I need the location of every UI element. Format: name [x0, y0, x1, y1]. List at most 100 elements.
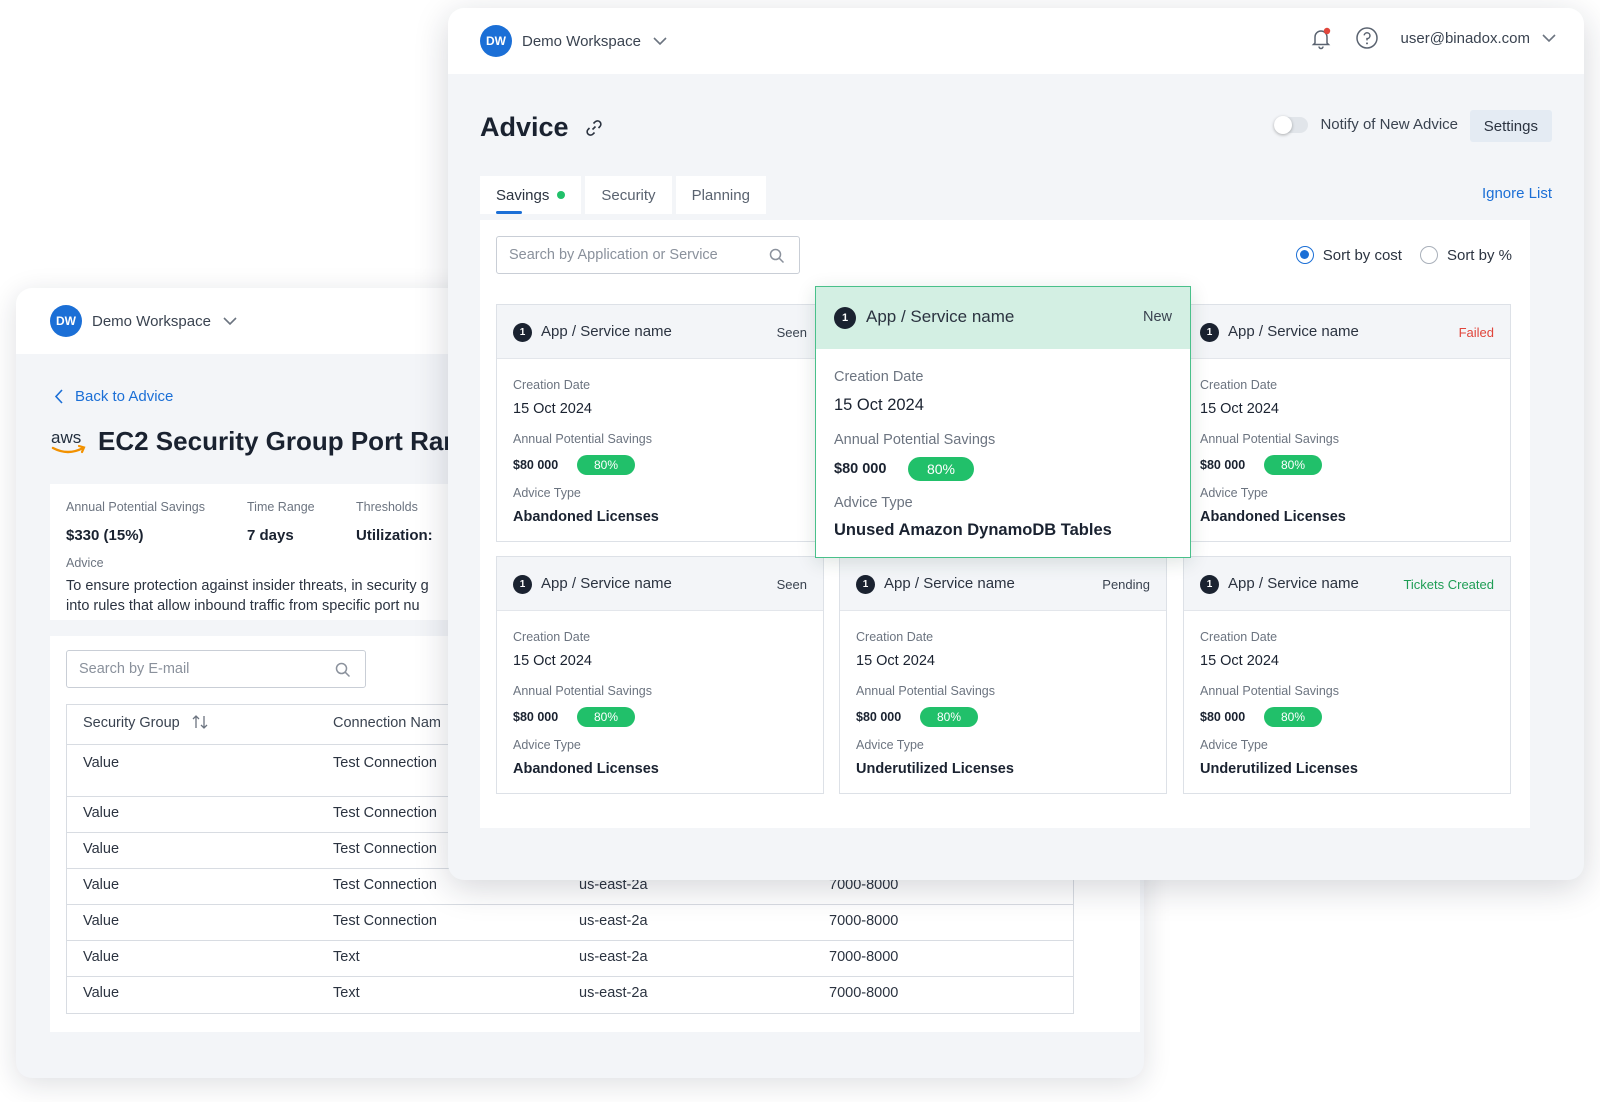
status-dot: [557, 191, 566, 199]
card-header: 1 App / Service name Seen: [497, 557, 823, 611]
cell-connection: Test Connection: [333, 755, 437, 771]
savings-label: Annual Potential Savings: [856, 684, 995, 698]
creation-date: 15 Oct 2024: [856, 653, 935, 669]
notify-toggle-row: Notify of New Advice: [1274, 115, 1458, 134]
table-row[interactable]: Value Text us-east-2a 7000-8000: [67, 941, 1073, 977]
advice-window: DW Demo Workspace user@binadox.com Advic…: [448, 8, 1584, 880]
savings-label: Annual Potential Savings: [1200, 432, 1339, 446]
search-placeholder: Search by Application or Service: [509, 247, 718, 263]
workspace-avatar[interactable]: DW: [480, 25, 512, 57]
header-security-group[interactable]: Security Group: [83, 715, 208, 731]
advice-type: Abandoned Licenses: [1200, 509, 1346, 525]
chevron-left-icon: [54, 389, 63, 404]
cell-security-group: Value: [83, 877, 120, 893]
advice-type-label: Advice Type: [1200, 486, 1268, 500]
radio-unselected[interactable]: [1419, 246, 1438, 264]
help-icon[interactable]: [1355, 26, 1379, 50]
search-icon[interactable]: [335, 662, 351, 678]
notify-toggle[interactable]: [1274, 115, 1309, 134]
tab-planning[interactable]: Planning: [675, 176, 766, 214]
creation-date: 15 Oct 2024: [513, 653, 592, 669]
detail-title: aws EC2 Security Group Port Range: [50, 426, 490, 457]
search-icon[interactable]: [769, 248, 785, 264]
chevron-down-icon[interactable]: [223, 316, 237, 326]
savings-label: Annual Potential Savings: [1200, 684, 1339, 698]
service-name: App / Service name: [541, 575, 672, 592]
notify-label: Notify of New Advice: [1320, 116, 1458, 133]
sort-options: Sort by cost Sort by %: [1278, 246, 1512, 264]
sort-by-cost-radio[interactable]: Sort by cost: [1295, 246, 1402, 264]
ignore-list-link[interactable]: Ignore List: [1482, 185, 1552, 202]
savings-percent-badge: 80%: [577, 455, 635, 475]
advice-card[interactable]: 1 App / Service name Tickets Created Cre…: [1183, 556, 1511, 794]
advice-card[interactable]: 1 App / Service name Seen Creation Date …: [496, 556, 824, 794]
advice-type: Underutilized Licenses: [1200, 761, 1358, 777]
time-range-label: Time Range: [247, 500, 315, 514]
savings-label: Annual Potential Savings: [66, 500, 205, 514]
cell-security-group: Value: [83, 913, 120, 929]
table-row[interactable]: Value Test Connection us-east-2a 7000-80…: [67, 905, 1073, 941]
cell-port-range: 7000-8000: [829, 913, 899, 929]
cell-connection: Test Connection: [333, 877, 437, 893]
chevron-down-icon[interactable]: [653, 36, 667, 46]
creation-date-label: Creation Date: [1200, 630, 1278, 644]
status-badge: Tickets Created: [1403, 577, 1494, 592]
savings-amount: $80 000: [1200, 710, 1246, 724]
advice-card[interactable]: 1 App / Service name Pending Creation Da…: [839, 556, 1167, 794]
card-number: 1: [834, 307, 856, 329]
page-title: Advice: [480, 112, 569, 142]
card-header: 1 App / Service name Pending: [840, 557, 1166, 611]
card-header: 1 App / Service name Failed: [1184, 305, 1510, 359]
advice-header: DW Demo Workspace user@binadox.com: [448, 8, 1584, 74]
advice-card[interactable]: 1 App / Service name Failed Creation Dat…: [1183, 304, 1511, 542]
card-number: 1: [1200, 575, 1219, 594]
status-badge: Seen: [776, 325, 807, 340]
savings-label: Annual Potential Savings: [834, 432, 996, 448]
cell-connection: Test Connection: [333, 913, 437, 929]
sort-pct-label: Sort by %: [1446, 246, 1512, 264]
status-badge: New: [1142, 309, 1172, 325]
settings-button[interactable]: Settings: [1469, 110, 1552, 142]
creation-date-label: Creation Date: [513, 630, 591, 644]
advice-label: Advice: [66, 556, 104, 570]
creation-date: 15 Oct 2024: [834, 396, 924, 414]
savings-percent-badge: 80%: [1264, 707, 1322, 727]
service-name: App / Service name: [866, 307, 1015, 326]
service-name: App / Service name: [1228, 323, 1359, 340]
bell-icon[interactable]: [1309, 26, 1333, 50]
status-badge: Pending: [1102, 577, 1150, 592]
sort-icon[interactable]: [192, 715, 208, 729]
advice-card-featured[interactable]: 1 App / Service name New Creation Date 1…: [815, 286, 1191, 558]
savings-percent-badge: 80%: [1264, 455, 1322, 475]
back-to-advice-link[interactable]: Back to Advice: [54, 388, 173, 405]
card-number: 1: [856, 575, 875, 594]
workspace-name[interactable]: Demo Workspace: [92, 313, 211, 330]
card-number: 1: [513, 575, 532, 594]
tab-savings[interactable]: Savings: [480, 176, 582, 214]
header-connection-name[interactable]: Connection Nam: [333, 715, 441, 731]
advice-content: Search by Application or Service Sort by…: [480, 220, 1530, 828]
workspace-avatar[interactable]: DW: [50, 305, 82, 337]
radio-selected[interactable]: [1295, 246, 1314, 264]
service-search-input[interactable]: Search by Application or Service: [496, 236, 800, 274]
chevron-down-icon[interactable]: [1542, 33, 1556, 43]
advice-title-row: Advice: [480, 112, 603, 143]
savings-amount: $80 000: [1200, 458, 1246, 472]
advice-card[interactable]: 1 App / Service name Seen Creation Date …: [496, 304, 824, 542]
status-badge: Seen: [776, 577, 807, 592]
table-row[interactable]: Value Text us-east-2a 7000-8000: [67, 977, 1073, 1013]
link-icon[interactable]: [585, 119, 603, 137]
savings-percent-badge: 80%: [920, 707, 978, 727]
service-name: App / Service name: [1228, 575, 1359, 592]
cell-security-group: Value: [83, 805, 120, 821]
cell-connection: Text: [333, 985, 360, 1001]
workspace-name[interactable]: Demo Workspace: [522, 33, 641, 50]
creation-date: 15 Oct 2024: [1200, 653, 1279, 669]
user-email[interactable]: user@binadox.com: [1401, 30, 1530, 47]
cell-port-range: 7000-8000: [829, 985, 899, 1001]
sort-by-percent-radio[interactable]: Sort by %: [1419, 246, 1512, 264]
savings-percent-badge: 80%: [577, 707, 635, 727]
creation-date-label: Creation Date: [856, 630, 934, 644]
email-search-input[interactable]: Search by E-mail: [66, 650, 366, 688]
tab-security[interactable]: Security: [585, 176, 672, 214]
